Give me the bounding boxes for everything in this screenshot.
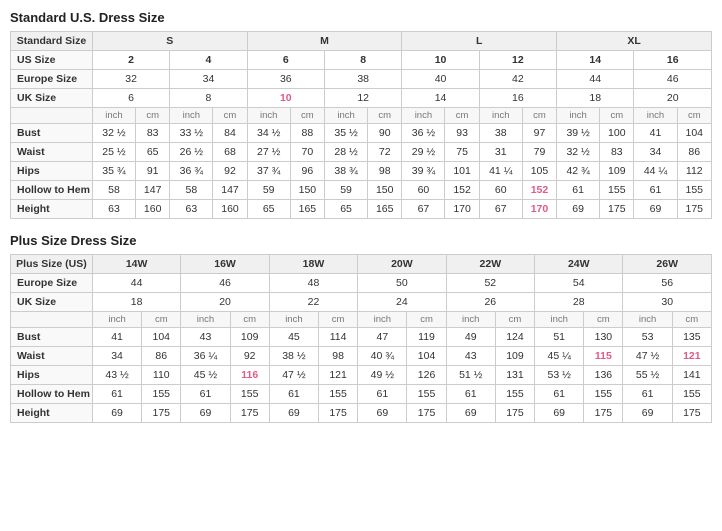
plus-europe-row: Europe Size 44 46 48 50 52 54 56 xyxy=(11,274,712,293)
plus-uk-row: UK Size 18 20 22 24 26 28 30 xyxy=(11,293,712,312)
plus-size-label: Plus Size (US) xyxy=(11,255,93,274)
standard-size-label: Standard Size xyxy=(11,32,93,51)
plus-hollow-hem-row: Hollow to Hem 61155 61155 61155 61155 61… xyxy=(11,385,712,404)
standard-table: Standard Size S M L XL US Size 2 4 6 8 1… xyxy=(10,31,712,219)
uk-label: UK Size xyxy=(11,89,93,108)
plus-24w: 24W xyxy=(535,255,623,274)
us-8: 8 xyxy=(325,51,402,70)
plus-height-row: Height 69175 69175 69175 69175 69175 691… xyxy=(11,404,712,423)
plus-26w: 26W xyxy=(623,255,712,274)
plus-hips-row: Hips 43 ½110 45 ½116 47 ½121 49 ½126 51 … xyxy=(11,366,712,385)
us-size-row: US Size 2 4 6 8 10 12 14 16 xyxy=(11,51,712,70)
size-xl: XL xyxy=(557,32,712,51)
unit-row-plus: inchcm inchcm inchcm inchcm inchcm inchc… xyxy=(11,312,712,328)
hollow-hem-row: Hollow to Hem 58147 58147 59150 59150 60… xyxy=(11,181,712,200)
plus-size-group-row: Plus Size (US) 14W 16W 18W 20W 22W 24W 2… xyxy=(11,255,712,274)
plus-14w: 14W xyxy=(92,255,180,274)
plus-title: Plus Size Dress Size xyxy=(10,233,712,248)
hips-row: Hips 35 ¾91 36 ¾92 37 ¾96 38 ¾98 39 ¾101… xyxy=(11,162,712,181)
height-row: Height 63160 63160 65165 65165 67170 671… xyxy=(11,200,712,219)
europe-size-row: Europe Size 32 34 36 38 40 42 44 46 xyxy=(11,70,712,89)
size-s: S xyxy=(92,32,247,51)
us-10: 10 xyxy=(402,51,479,70)
size-group-row: Standard Size S M L XL xyxy=(11,32,712,51)
size-m: M xyxy=(247,32,402,51)
plus-22w: 22W xyxy=(446,255,534,274)
waist-row: Waist 25 ½65 26 ½68 27 ½70 28 ½72 29 ½75… xyxy=(11,143,712,162)
plus-16w: 16W xyxy=(181,255,269,274)
bust-row: Bust 32 ½83 33 ½84 34 ½88 35 ½90 36 ½93 … xyxy=(11,124,712,143)
us-6: 6 xyxy=(247,51,324,70)
standard-title: Standard U.S. Dress Size xyxy=(10,10,712,25)
us-4: 4 xyxy=(170,51,247,70)
us-14: 14 xyxy=(557,51,634,70)
us-16: 16 xyxy=(634,51,712,70)
uk-size-row: UK Size 6 8 10 12 14 16 18 20 xyxy=(11,89,712,108)
plus-20w: 20W xyxy=(358,255,446,274)
size-l: L xyxy=(402,32,557,51)
plus-18w: 18W xyxy=(269,255,357,274)
us-2: 2 xyxy=(92,51,169,70)
plus-waist-row: Waist 3486 36 ¼92 38 ½98 40 ¾104 43109 4… xyxy=(11,347,712,366)
us-size-label: US Size xyxy=(11,51,93,70)
us-12: 12 xyxy=(479,51,556,70)
europe-label: Europe Size xyxy=(11,70,93,89)
unit-row-standard: inchcm inchcm inchcm inchcm inchcm inchc… xyxy=(11,108,712,124)
plus-table: Plus Size (US) 14W 16W 18W 20W 22W 24W 2… xyxy=(10,254,712,423)
plus-bust-row: Bust 41104 43109 45114 47119 49124 51130… xyxy=(11,328,712,347)
